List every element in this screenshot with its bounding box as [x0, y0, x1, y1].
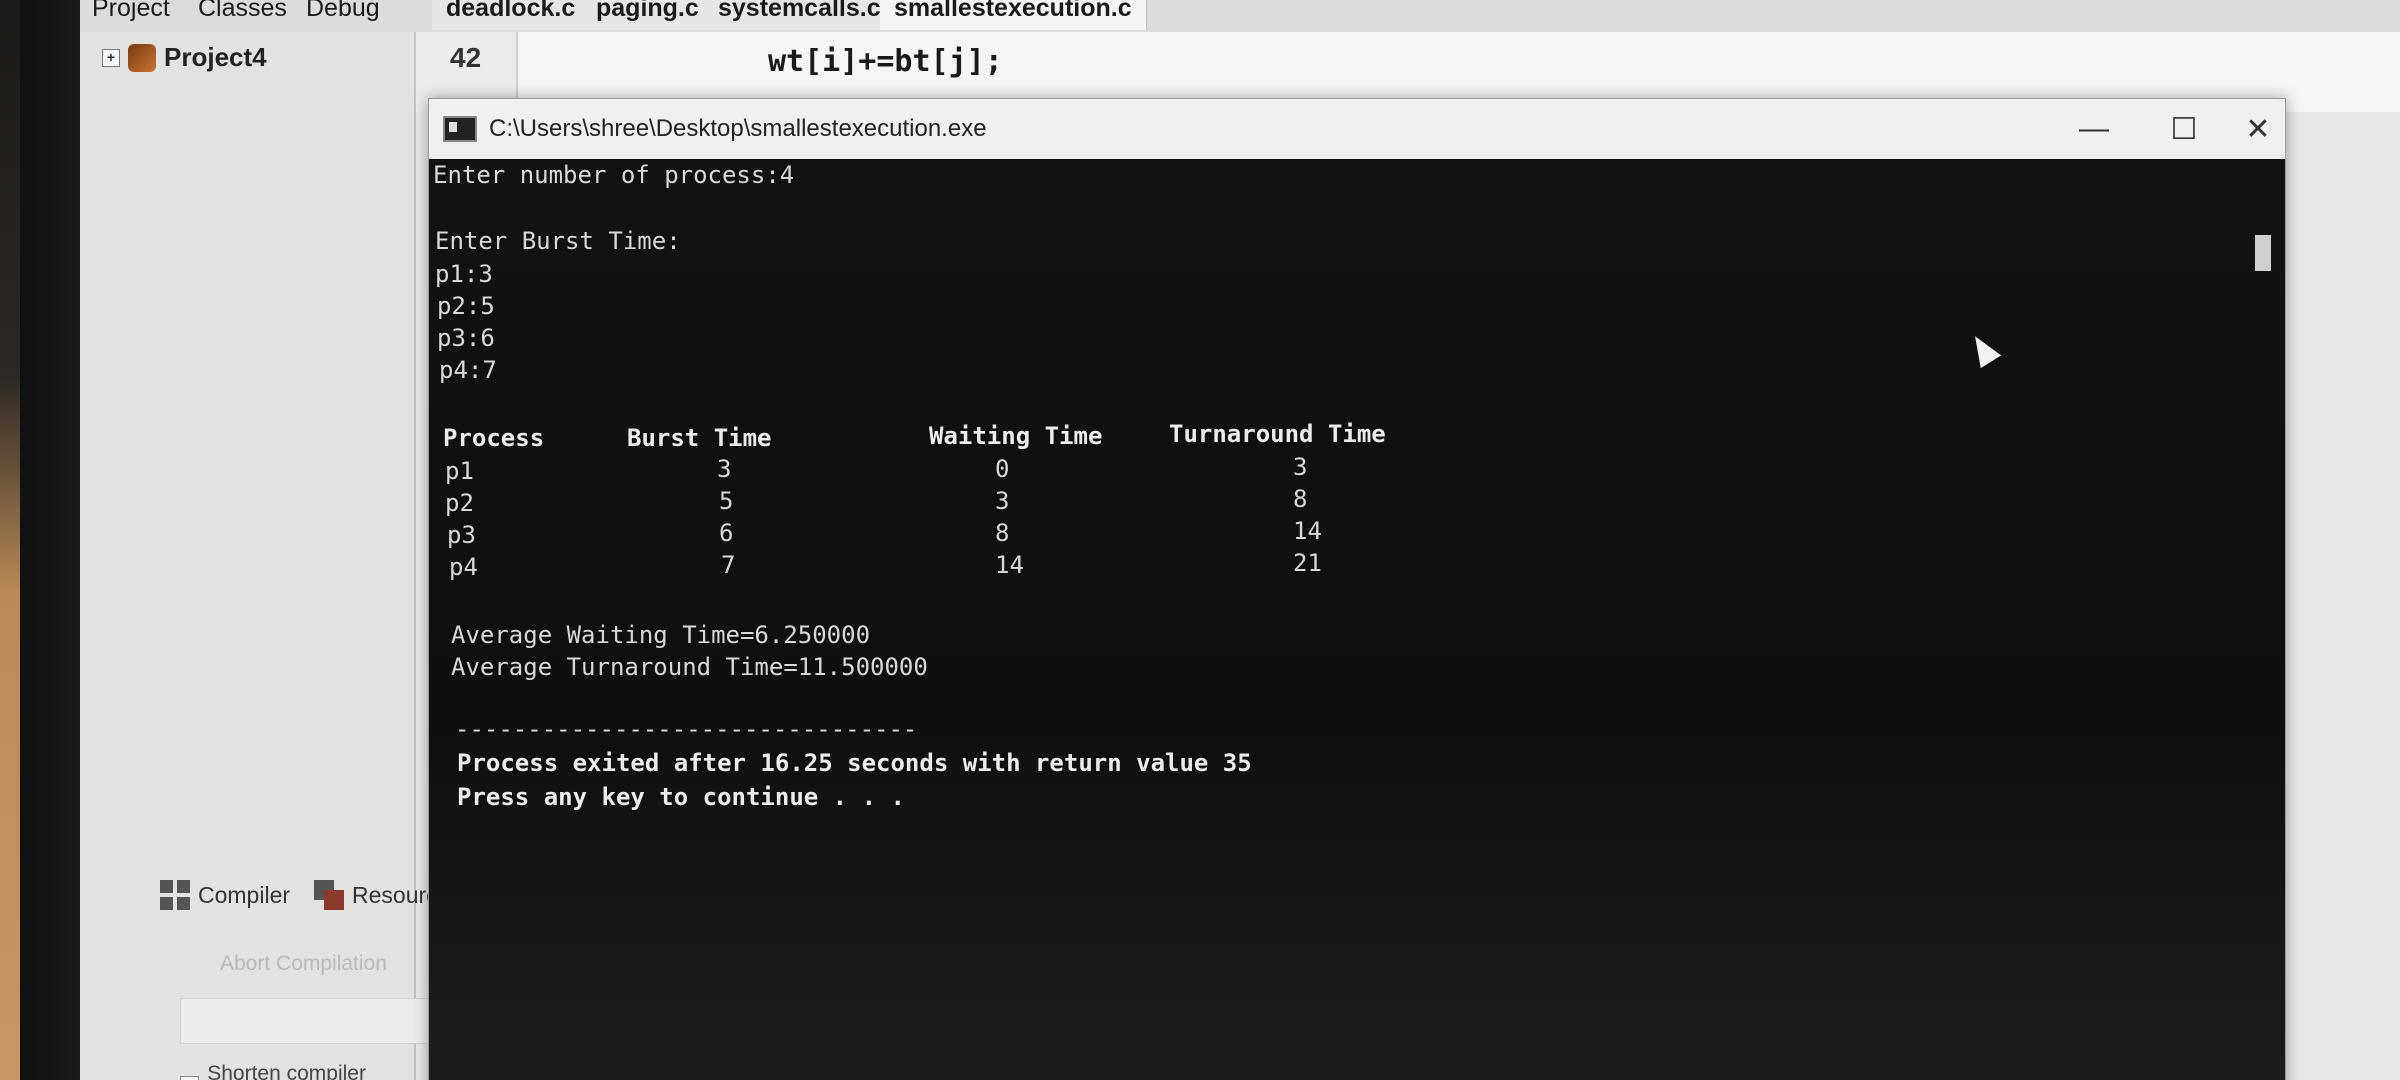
table-cell: 3	[1293, 453, 1308, 481]
table-cell: p1	[445, 457, 474, 485]
bottom-panel-tabs: Compiler Resource	[160, 880, 450, 910]
burst-input-line: p2:5	[437, 292, 495, 320]
compiler-grid-icon	[160, 880, 190, 910]
line-number: 42	[450, 42, 482, 73]
exit-message: Process exited after 16.25 seconds with …	[457, 749, 1252, 777]
table-cell: p4	[449, 553, 478, 581]
table-cell: 21	[1293, 549, 1322, 577]
console-output: Enter number of process:4 Enter Burst Ti…	[429, 159, 2285, 1080]
tab-deadlock[interactable]: deadlock.c	[432, 0, 591, 30]
table-header-burst: Burst Time	[627, 424, 772, 452]
expand-icon[interactable]: +	[102, 48, 120, 67]
table-header-waiting: Waiting Time	[929, 422, 1103, 450]
table-cell: p2	[445, 489, 474, 517]
shorten-paths-label: Shorten compiler paths	[207, 1062, 366, 1080]
table-cell: 8	[1293, 485, 1308, 513]
burst-input-line: p1:3	[435, 260, 493, 288]
table-cell: 14	[995, 551, 1024, 579]
prompt-process-count: Enter number of process:4	[433, 161, 795, 189]
table-cell: p3	[447, 521, 476, 549]
burst-input-line: p3:6	[437, 324, 495, 352]
table-cell: 3	[717, 455, 732, 483]
tab-compiler-label: Compiler	[198, 881, 291, 908]
console-scrollbar[interactable]	[2255, 235, 2271, 271]
tab-paging[interactable]: paging.c	[582, 0, 714, 30]
project-icon	[128, 43, 156, 72]
menu-project[interactable]: Project	[92, 0, 170, 23]
table-cell: 3	[995, 487, 1010, 515]
code-line[interactable]: wt[i]+=bt[j];	[768, 44, 1003, 79]
shorten-paths-checkbox[interactable]	[180, 1076, 200, 1080]
project-name: Project4	[164, 42, 267, 72]
average-waiting-time: Average Waiting Time=6.250000	[451, 621, 871, 649]
tab-smallestexecution[interactable]: smallestexecution.c	[880, 0, 1147, 30]
project-panel: + Project4 Compiler Resource Abort Compi…	[80, 32, 552, 1080]
minimize-icon[interactable]: —	[2049, 99, 2139, 159]
table-cell: 6	[719, 519, 734, 547]
table-cell: 8	[995, 519, 1010, 547]
console-app-icon	[443, 116, 477, 142]
console-title: C:\Users\shree\Desktop\smallestexecution…	[489, 115, 987, 142]
average-turnaround-time: Average Turnaround Time=11.500000	[451, 653, 928, 681]
table-cell: 7	[721, 551, 736, 579]
shorten-paths-option[interactable]: Shorten compiler paths	[180, 1062, 414, 1080]
tab-systemcalls[interactable]: systemcalls.c	[704, 0, 896, 30]
screen: Project Classes Debug deadlock.c paging.…	[80, 0, 2400, 1080]
table-header-turnaround: Turnaround Time	[1169, 420, 1386, 448]
project-tree-root[interactable]: + Project4	[102, 42, 267, 73]
separator-line: --------------------------------	[455, 715, 918, 743]
continue-prompt: Press any key to continue . . .	[457, 783, 905, 811]
console-titlebar[interactable]: C:\Users\shree\Desktop\smallestexecution…	[429, 99, 2285, 159]
table-cell: 14	[1293, 517, 1322, 545]
close-icon[interactable]: ✕	[2213, 99, 2303, 159]
abort-compilation-button[interactable]: Abort Compilation	[220, 952, 387, 976]
prompt-burst-time: Enter Burst Time:	[435, 227, 681, 255]
table-cell: 5	[719, 487, 734, 515]
burst-input-line: p4:7	[439, 356, 497, 384]
table-header-process: Process	[443, 424, 545, 452]
menu-debug[interactable]: Debug	[306, 0, 380, 23]
resources-icon	[314, 880, 345, 910]
ide-menu-bar: Project Classes Debug deadlock.c paging.…	[80, 0, 2400, 33]
tab-compiler[interactable]: Compiler	[160, 880, 290, 910]
table-cell: 0	[995, 455, 1010, 483]
console-window[interactable]: C:\Users\shree\Desktop\smallestexecution…	[428, 98, 2286, 1080]
menu-classes[interactable]: Classes	[198, 0, 287, 23]
